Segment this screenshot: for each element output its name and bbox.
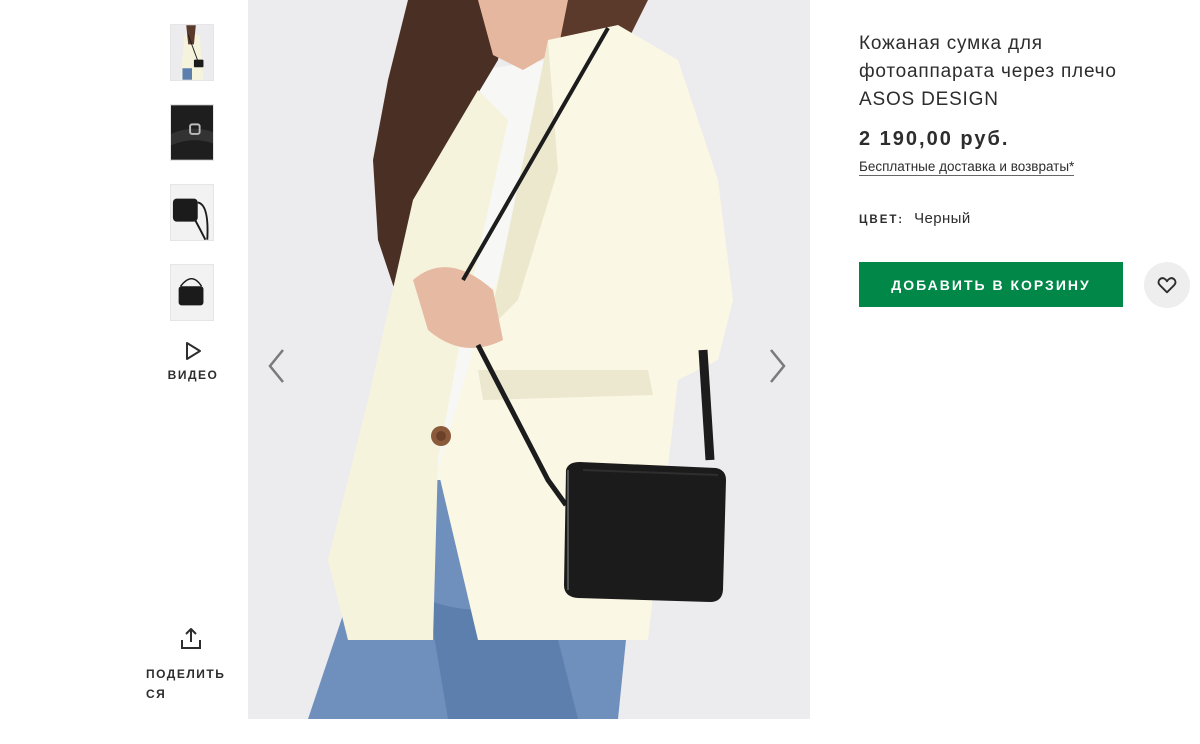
color-value: Черный — [914, 210, 971, 227]
share-button[interactable]: ПОДЕЛИТЬСЯ — [140, 626, 232, 704]
product-title: Кожаная сумка для фотоаппарата через пле… — [859, 33, 1117, 110]
heart-icon — [1157, 277, 1177, 294]
add-to-cart-button[interactable]: ДОБАВИТЬ В КОРЗИНУ — [859, 262, 1123, 307]
product-price: 2 190,00 руб. — [859, 128, 1010, 150]
product-info: Кожаная сумка для фотоаппарата через пле… — [859, 30, 1179, 227]
video-label: ВИДЕО — [167, 368, 219, 382]
thumbnail-model-image — [171, 25, 213, 80]
main-product-image — [248, 0, 810, 719]
thumbnail-model[interactable] — [170, 24, 214, 81]
thumbnail-buckle-image — [171, 105, 213, 160]
video-button[interactable]: ВИДЕО — [160, 340, 226, 382]
thumbnail-front-image — [171, 265, 213, 320]
color-label: ЦВЕТ: — [859, 214, 905, 226]
previous-image-button[interactable] — [264, 346, 288, 386]
play-icon — [182, 340, 204, 362]
color-row: ЦВЕТ: Черный — [859, 210, 1179, 227]
product-actions: ДОБАВИТЬ В КОРЗИНУ — [859, 262, 1191, 308]
thumbnail-list — [170, 24, 216, 344]
product-photo — [248, 0, 810, 719]
thumbnail-side-image — [171, 185, 213, 240]
thumbnail-buckle[interactable] — [170, 104, 214, 161]
thumbnail-front[interactable] — [170, 264, 214, 321]
chevron-left-icon — [268, 349, 284, 383]
free-delivery-link[interactable]: Бесплатные доставка и возвраты* — [859, 159, 1075, 176]
wishlist-button[interactable] — [1144, 262, 1190, 308]
thumbnail-side[interactable] — [170, 184, 214, 241]
next-image-button[interactable] — [766, 346, 790, 386]
share-label: ПОДЕЛИТЬСЯ — [146, 667, 226, 701]
chevron-right-icon — [770, 349, 786, 383]
share-icon — [178, 626, 204, 652]
